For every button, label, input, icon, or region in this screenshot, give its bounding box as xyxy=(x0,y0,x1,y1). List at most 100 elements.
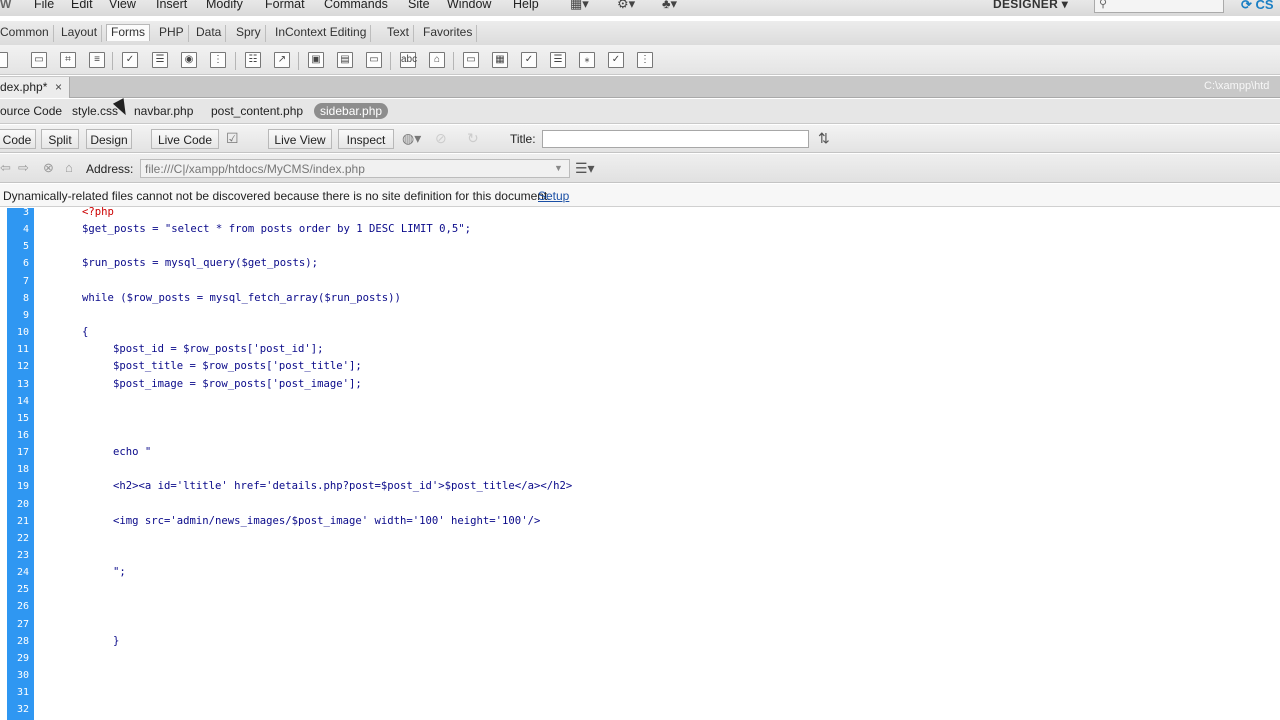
code-line[interactable]: 14 xyxy=(0,394,1280,411)
label-icon[interactable]: abc xyxy=(400,52,417,68)
gear-icon[interactable]: ⚙▾ xyxy=(617,0,635,12)
back-icon[interactable]: ⇦ xyxy=(0,160,11,176)
menu-help[interactable]: Help xyxy=(513,0,539,11)
code-line[interactable]: 12 $post_title = $row_posts['post_title']… xyxy=(0,359,1280,376)
menu-insert[interactable]: Insert xyxy=(156,0,187,11)
checkbox-icon[interactable]: ✓ xyxy=(122,52,138,68)
design-view-button[interactable]: Design xyxy=(86,129,132,149)
chevron-down-icon[interactable]: ▼ xyxy=(554,163,563,173)
code-line[interactable]: 4 $get_posts = "select * from posts order… xyxy=(0,222,1280,239)
menu-window[interactable]: Window xyxy=(447,0,491,11)
tab-incontext-editing[interactable]: InContext Editing xyxy=(271,25,372,42)
layout-icon[interactable]: ▦▾ xyxy=(570,0,589,12)
close-icon[interactable]: × xyxy=(55,80,62,94)
code-line[interactable]: 10 { xyxy=(0,325,1280,342)
tab-forms[interactable]: Forms xyxy=(106,24,150,41)
inspect-button[interactable]: Inspect xyxy=(338,129,394,149)
code-line[interactable]: 3 <?php xyxy=(0,205,1280,222)
forward-icon[interactable]: ⇨ xyxy=(18,160,29,176)
globe-preview-icon[interactable]: ◍▾ xyxy=(402,130,421,147)
radio-group-icon[interactable]: ⋮ xyxy=(210,52,226,68)
textarea-icon[interactable]: ≡ xyxy=(89,52,105,68)
spry-validation-confirm-icon[interactable]: ✓ xyxy=(608,52,624,68)
menu-format[interactable]: Format xyxy=(265,0,305,11)
related-navbar-php[interactable]: navbar.php xyxy=(134,104,193,118)
spry-validation-text-icon[interactable]: ▭ xyxy=(463,52,479,68)
help-search-input[interactable]: ⚲ xyxy=(1094,0,1224,13)
code-line[interactable]: 6 $run_posts = mysql_query($get_posts); xyxy=(0,256,1280,273)
live-code-button[interactable]: Live Code xyxy=(151,129,219,149)
code-line[interactable]: 23 xyxy=(0,548,1280,565)
browser-check-icon[interactable]: ☑ xyxy=(226,130,239,147)
workspace-switcher[interactable]: DESIGNER ▾ xyxy=(993,0,1068,11)
code-line[interactable]: 16 xyxy=(0,428,1280,445)
tab-php[interactable]: PHP xyxy=(155,25,189,42)
code-line[interactable]: 32 xyxy=(0,702,1280,719)
file-field-icon[interactable]: ▤ xyxy=(337,52,353,68)
code-view-button[interactable]: Code xyxy=(0,129,36,149)
related-source-code[interactable]: ource Code xyxy=(0,104,62,118)
text-field-icon[interactable]: ▭ xyxy=(31,52,47,68)
image-field-icon[interactable]: ▣ xyxy=(308,52,324,68)
code-line[interactable]: 31 xyxy=(0,685,1280,702)
code-line[interactable]: 28} xyxy=(0,634,1280,651)
button-icon[interactable]: ▭ xyxy=(366,52,382,68)
form-icon[interactable] xyxy=(0,52,8,68)
code-line[interactable]: 25 xyxy=(0,582,1280,599)
cs-live-button[interactable]: ⟳ CS xyxy=(1241,0,1274,13)
radio-button-icon[interactable]: ◉ xyxy=(181,52,197,68)
split-view-button[interactable]: Split xyxy=(41,129,79,149)
spry-validation-password-icon[interactable]: ⁎ xyxy=(579,52,595,68)
menu-file[interactable]: File xyxy=(34,0,54,11)
refresh-icon[interactable]: ↻ xyxy=(467,130,479,147)
select-list-icon[interactable]: ☷ xyxy=(245,52,261,68)
home-icon[interactable]: ⌂ xyxy=(65,160,73,175)
related-post-content-php[interactable]: post_content.php xyxy=(211,104,303,118)
title-input[interactable] xyxy=(542,130,809,148)
hidden-field-icon[interactable]: ⌗ xyxy=(60,52,76,68)
file-management-icon[interactable]: ⇅ xyxy=(818,130,830,147)
code-line[interactable]: 20 xyxy=(0,497,1280,514)
setup-link[interactable]: Setup xyxy=(538,189,569,203)
menu-site[interactable]: Site xyxy=(408,0,430,11)
fieldset-icon[interactable]: ⌂ xyxy=(429,52,445,68)
related-sidebar-php[interactable]: sidebar.php xyxy=(314,103,389,119)
jump-menu-icon[interactable]: ↗ xyxy=(274,52,290,68)
code-line[interactable]: 22 xyxy=(0,531,1280,548)
code-line[interactable]: 17 echo " xyxy=(0,445,1280,462)
code-line[interactable]: 30 xyxy=(0,668,1280,685)
site-icon[interactable]: ♣▾ xyxy=(662,0,677,12)
tab-spry[interactable]: Spry xyxy=(232,25,266,42)
code-line[interactable]: 29 xyxy=(0,651,1280,668)
refresh-design-icon[interactable]: ⊘ xyxy=(435,130,447,147)
live-view-button[interactable]: Live View xyxy=(268,129,332,149)
menu-commands[interactable]: Commands xyxy=(324,0,388,11)
menu-modify[interactable]: Modify xyxy=(206,0,243,11)
spry-validation-textarea-icon[interactable]: ▦ xyxy=(492,52,508,68)
document-tab-index[interactable]: dex.php* × xyxy=(0,77,70,98)
spry-validation-checkbox-icon[interactable]: ✓ xyxy=(521,52,537,68)
code-line[interactable]: 18 xyxy=(0,462,1280,479)
code-line[interactable]: 9 xyxy=(0,308,1280,325)
tab-data[interactable]: Data xyxy=(192,25,227,42)
code-line[interactable]: 19 <h2><a id='ltitle' href='details.php?p… xyxy=(0,479,1280,496)
tab-layout[interactable]: Layout xyxy=(57,25,103,42)
code-line[interactable]: 21 <img src='admin/news_images/$post_imag… xyxy=(0,514,1280,531)
checkbox-group-icon[interactable]: ☰ xyxy=(152,52,168,68)
tab-favorites[interactable]: Favorites xyxy=(419,25,478,42)
related-style-css[interactable]: style.css xyxy=(72,104,118,118)
code-line[interactable]: 15 xyxy=(0,411,1280,428)
code-line[interactable]: 27 xyxy=(0,617,1280,634)
code-editor[interactable]: 3 <?php 4 $get_posts = "select * from posts… xyxy=(0,205,1280,720)
stop-icon[interactable]: ⊗ xyxy=(43,160,54,176)
menu-edit[interactable]: Edit xyxy=(71,0,93,11)
code-line[interactable]: 24 "; xyxy=(0,565,1280,582)
code-line[interactable]: 11 $post_id = $row_posts['post_id']; xyxy=(0,342,1280,359)
spry-validation-radio-icon[interactable]: ⋮ xyxy=(637,52,653,68)
menu-view[interactable]: View xyxy=(109,0,136,11)
tab-text[interactable]: Text xyxy=(383,25,415,42)
address-input[interactable] xyxy=(140,159,570,178)
code-line[interactable]: 13 $post_image = $row_posts['post_image']… xyxy=(0,377,1280,394)
tab-common[interactable]: Common xyxy=(0,25,54,42)
code-line[interactable]: 26 xyxy=(0,599,1280,616)
